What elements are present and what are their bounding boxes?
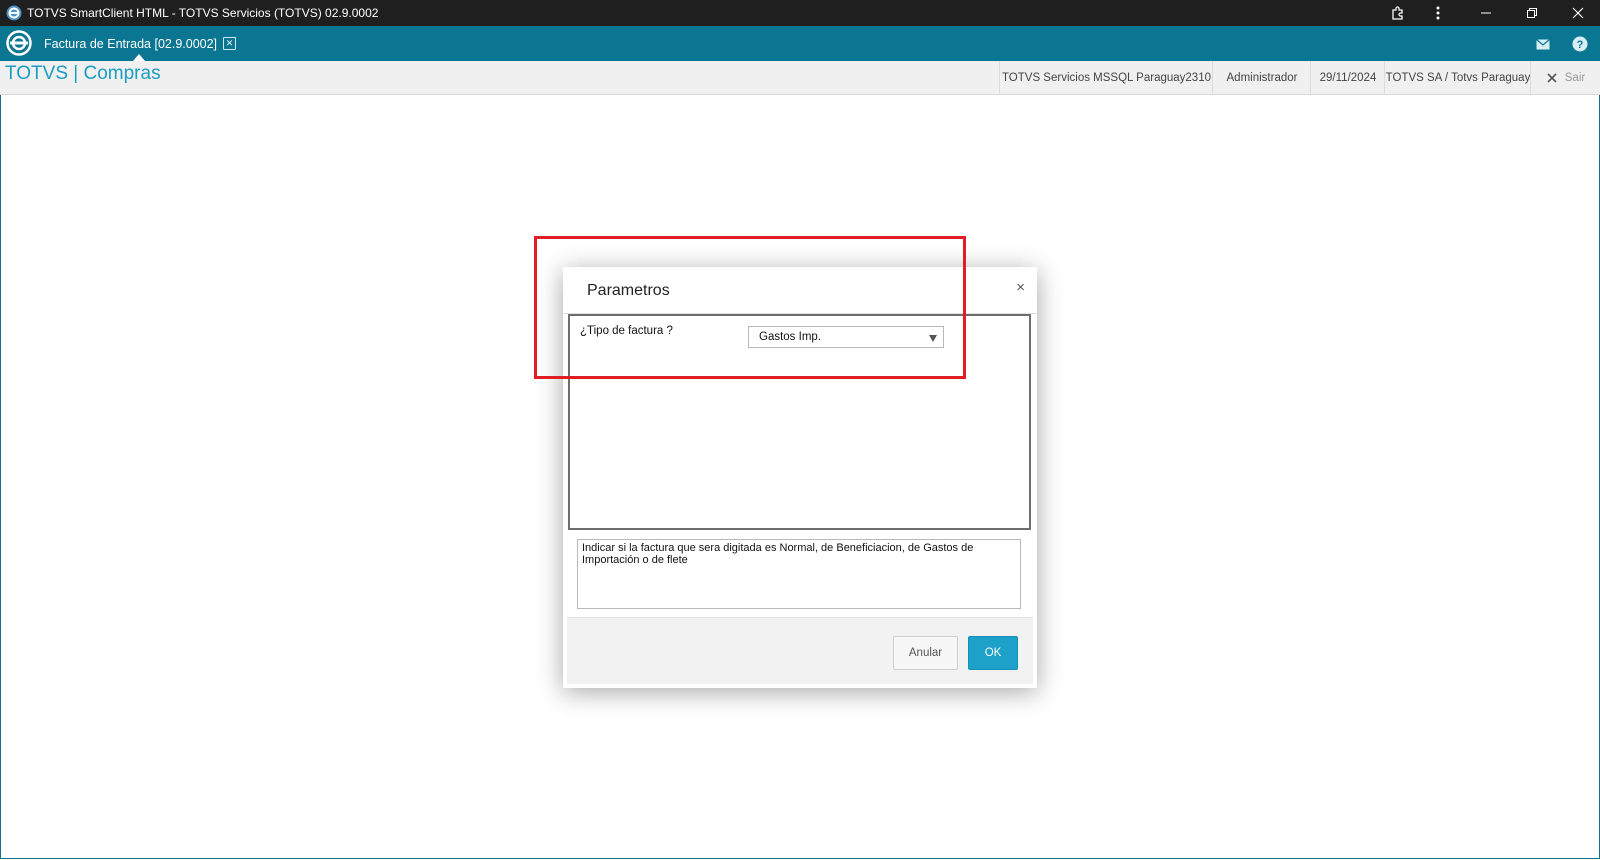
date-info: 29/11/2024 — [1310, 61, 1385, 94]
window-titlebar: TOTVS SmartClient HTML - TOTVS Servicios… — [0, 0, 1600, 26]
tab-bar: Factura de Entrada [02.9.0002] ✕ ? — [0, 26, 1600, 61]
restore-icon[interactable] — [1512, 0, 1552, 26]
totvs-logo-icon[interactable] — [6, 30, 32, 56]
dialog-footer: Anular OK — [567, 617, 1033, 684]
app-header: TOTVS | Compras TOTVS Servicios MSSQL Pa… — [0, 61, 1600, 95]
tab-close-icon[interactable]: ✕ — [223, 37, 237, 50]
minimize-icon[interactable] — [1466, 0, 1506, 26]
logout-label: Sair — [1564, 71, 1586, 84]
more-vertical-icon[interactable] — [1418, 0, 1458, 26]
logout-button[interactable]: Sair — [1530, 61, 1600, 94]
help-icon[interactable]: ? — [1570, 34, 1590, 54]
anular-button[interactable]: Anular — [893, 636, 958, 670]
company-info: TOTVS SA / Totvs Paraguay — [1384, 61, 1531, 94]
user-info: Administrador — [1212, 61, 1311, 94]
tab-label: Factura de Entrada [02.9.0002] — [44, 36, 218, 51]
window-title: TOTVS SmartClient HTML - TOTVS Servicios… — [27, 6, 379, 20]
help-text-box: Indicar si la factura que sera digitada … — [577, 539, 1021, 609]
active-tab-indicator — [133, 54, 145, 61]
svg-text:?: ? — [1577, 39, 1584, 51]
logout-close-icon — [1547, 72, 1557, 83]
server-info: TOTVS Servicios MSSQL Paraguay2310 — [999, 61, 1213, 94]
close-icon[interactable] — [1558, 0, 1598, 26]
app-logo-icon — [6, 5, 22, 21]
mail-icon[interactable] — [1533, 34, 1553, 54]
extension-icon[interactable] — [1378, 0, 1418, 26]
ok-button[interactable]: OK — [968, 636, 1018, 670]
app-brand: TOTVS | Compras — [5, 63, 161, 84]
annotation-highlight-box — [534, 236, 966, 379]
dialog-close-icon[interactable]: × — [1016, 279, 1025, 296]
